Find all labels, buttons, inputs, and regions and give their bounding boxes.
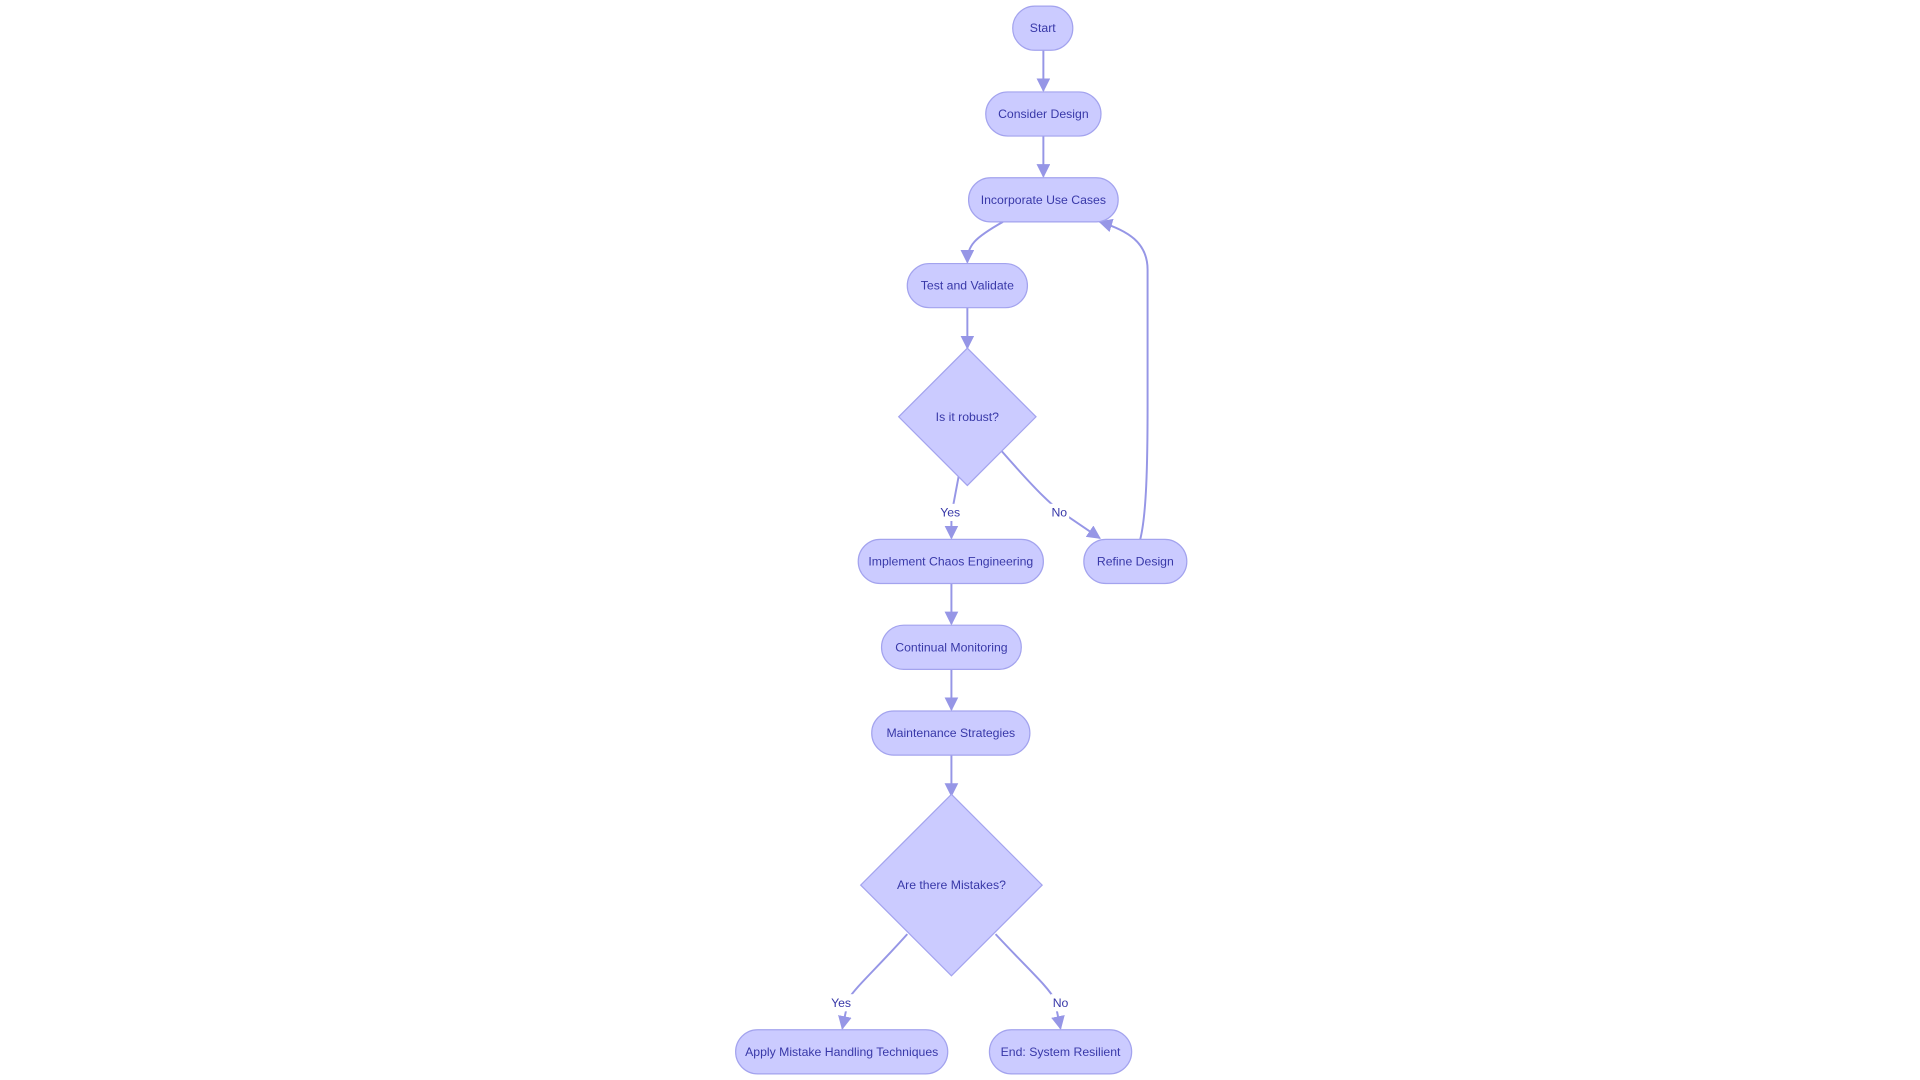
node-label: Are there Mistakes? [897, 878, 1006, 892]
edge-refine-incorporate [1098, 218, 1149, 540]
edge-label-robust-yes: Yes [937, 503, 963, 521]
edge-robust-refine [1000, 450, 1101, 539]
node-apply-mistake-handling[interactable]: Apply Mistake Handling Techniques [735, 1029, 949, 1075]
edge-incorporate-test [960, 221, 1004, 264]
edge-label-mistakes-no: No [1050, 994, 1071, 1012]
flowchart: Yes No Yes No Start Consider Design Inco… [735, 5, 1188, 1075]
node-label: Is it robust? [936, 410, 1000, 424]
node-label: Apply Mistake Handling Techniques [745, 1045, 938, 1059]
node-test-and-validate[interactable]: Test and Validate [906, 262, 1029, 309]
node-consider-design[interactable]: Consider Design [985, 91, 1102, 137]
node-continual-monitoring[interactable]: Continual Monitoring [880, 624, 1022, 670]
node-label: Test and Validate [921, 279, 1014, 293]
node-label: Start [1030, 21, 1056, 35]
node-label: Maintenance Strategies [886, 726, 1015, 740]
node-start[interactable]: Start [1012, 5, 1074, 51]
edge-label-text: Yes [831, 996, 851, 1010]
node-label: Implement Chaos Engineering [868, 554, 1033, 568]
edge-label-text: No [1051, 505, 1067, 519]
edge-label-mistakes-yes: Yes [828, 994, 854, 1012]
node-label: End: System Resilient [1001, 1045, 1121, 1059]
edge-label-text: Yes [940, 505, 960, 519]
node-maintenance-strategies[interactable]: Maintenance Strategies [871, 710, 1031, 756]
node-refine-design[interactable]: Refine Design [1083, 538, 1188, 585]
node-label: Continual Monitoring [895, 640, 1008, 654]
edge-mistakes-end [994, 933, 1065, 1030]
decision-are-there-mistakes[interactable]: Are there Mistakes? [859, 793, 1044, 977]
node-implement-chaos-engineering[interactable]: Implement Chaos Engineering [857, 538, 1044, 585]
edge-label-text: No [1053, 996, 1069, 1010]
decision-is-it-robust[interactable]: Is it robust? [897, 347, 1037, 487]
node-end-system-resilient[interactable]: End: System Resilient [988, 1029, 1133, 1075]
edge-mistakes-apply [838, 933, 909, 1030]
node-label: Refine Design [1097, 554, 1174, 568]
node-incorporate-use-cases[interactable]: Incorporate Use Cases [967, 177, 1119, 223]
node-label: Consider Design [998, 107, 1089, 121]
edge-label-robust-no: No [1049, 503, 1070, 521]
node-label: Incorporate Use Cases [981, 193, 1106, 207]
